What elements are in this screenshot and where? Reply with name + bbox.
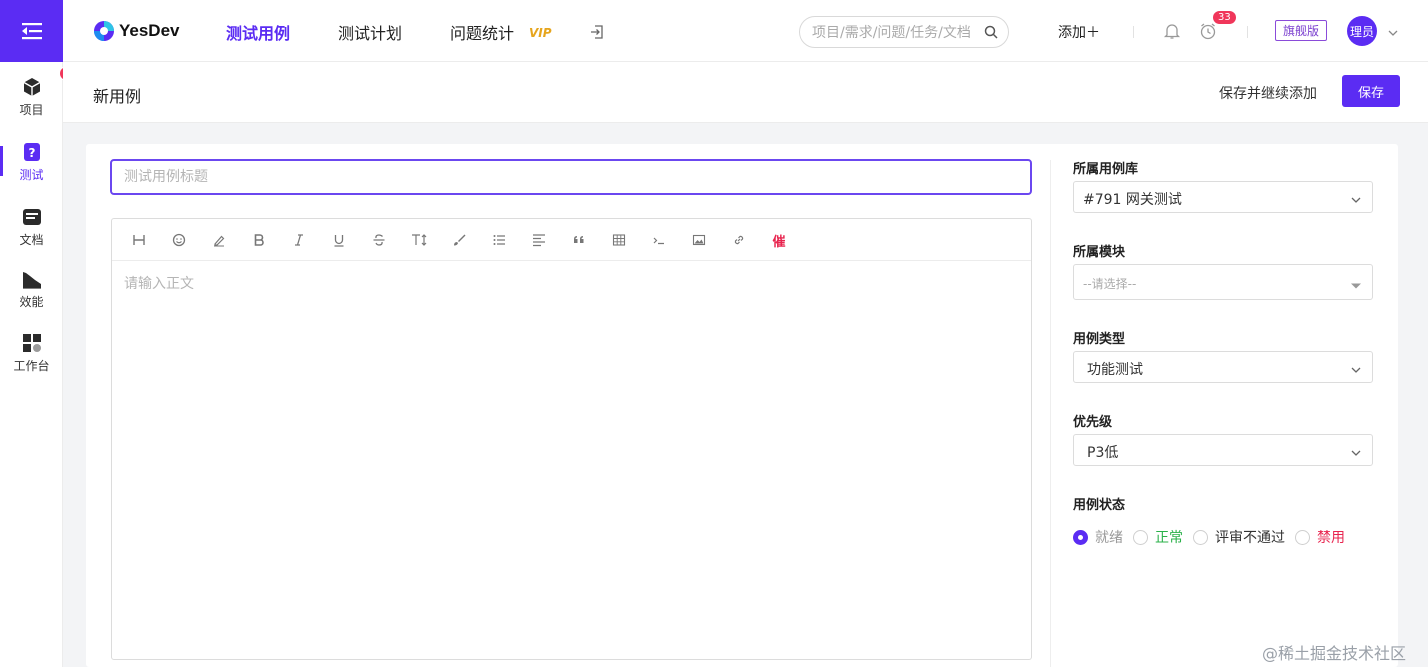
bell-icon[interactable]: [1163, 22, 1181, 44]
chevron-down-icon[interactable]: [1387, 26, 1399, 42]
workbench-icon: [21, 332, 43, 354]
sidebar-item-efficiency[interactable]: 效能: [0, 268, 63, 310]
align-icon[interactable]: [530, 231, 548, 249]
image-icon[interactable]: [690, 231, 708, 249]
bullet-list-icon[interactable]: [490, 231, 508, 249]
chart-icon: [21, 268, 43, 290]
menu-collapse-icon: [21, 23, 42, 40]
sidebar-item-label: 效能: [19, 295, 44, 309]
chevron-down-icon: [1350, 193, 1362, 209]
svg-text:?: ?: [28, 146, 35, 160]
priority-label: 优先级: [1073, 415, 1113, 430]
tab-test-cases[interactable]: 测试用例: [226, 20, 290, 44]
case-type-value: 功能测试: [1087, 362, 1143, 378]
editor-toolbar: 催: [112, 219, 1031, 261]
font-size-icon[interactable]: [410, 231, 428, 249]
document-icon: [21, 206, 43, 228]
bold-icon[interactable]: [250, 231, 268, 249]
case-type-label: 用例类型: [1073, 332, 1126, 347]
brush-icon[interactable]: [450, 231, 468, 249]
quote-icon[interactable]: [570, 231, 588, 249]
sidebar-item-test[interactable]: ? 测试: [0, 141, 63, 183]
sidebar-item-label: 项目: [19, 103, 44, 117]
chevron-down-icon: [1350, 446, 1362, 462]
editor-placeholder: 请输入正文: [124, 276, 194, 292]
save-and-continue-button[interactable]: 保存并继续添加: [1219, 83, 1317, 103]
module-label: 所属模块: [1073, 245, 1126, 260]
cube-icon: 18: [21, 66, 84, 98]
sign-in-icon[interactable]: [589, 24, 605, 44]
source-watermark: @稀土掘金技术社区: [1262, 644, 1407, 663]
add-button[interactable]: 添加＋: [1058, 22, 1100, 42]
status-option-review-failed[interactable]: 评审不通过: [1193, 527, 1285, 547]
strikethrough-icon[interactable]: [370, 231, 388, 249]
global-search[interactable]: [799, 16, 1009, 48]
rich-text-editor[interactable]: 催 请输入正文: [111, 218, 1032, 660]
avatar[interactable]: 理员: [1347, 16, 1377, 46]
logo-text: YesDev: [119, 21, 180, 40]
reminder-count-badge: 33: [1212, 10, 1237, 25]
save-button[interactable]: 保存: [1342, 75, 1400, 107]
status-option-normal[interactable]: 正常: [1133, 527, 1183, 547]
emoji-icon[interactable]: [170, 231, 188, 249]
status-option-label: 评审不通过: [1215, 530, 1285, 546]
radio-unselected[interactable]: [1295, 529, 1310, 545]
radio-unselected[interactable]: [1133, 529, 1148, 545]
menu-toggle-button[interactable]: [0, 0, 63, 62]
tab-test-plan[interactable]: 测试计划: [338, 20, 402, 44]
sidebar-item-workbench[interactable]: 工作台: [0, 332, 63, 374]
chevron-down-icon: [1350, 363, 1362, 379]
caret-down-icon: [1350, 278, 1362, 294]
link-icon[interactable]: [730, 231, 748, 249]
priority-select[interactable]: P3低: [1073, 434, 1373, 466]
new-case-form: 催 请输入正文 所属用例库 #791 网关测试 所属模块 --请选择-- 用例类…: [86, 144, 1398, 667]
heading-icon[interactable]: [130, 231, 148, 249]
top-navigation-bar: YesDev 测试用例 测试计划 问题统计 VIP 添加＋ 33 旗舰版 理员: [63, 0, 1428, 62]
module-placeholder: --请选择--: [1083, 277, 1137, 291]
highlight-icon[interactable]: [210, 231, 228, 249]
status-option-ready[interactable]: 就绪: [1073, 527, 1123, 547]
divider: [1133, 26, 1134, 38]
library-label: 所属用例库: [1073, 162, 1139, 177]
italic-icon[interactable]: [290, 231, 308, 249]
left-rail: 18 项目 ? 测试 文档 效能 工作台: [0, 0, 84, 667]
search-input[interactable]: [812, 23, 982, 43]
remind-icon[interactable]: 催: [770, 231, 788, 250]
search-icon[interactable]: [984, 25, 998, 43]
page-title: 新用例: [93, 87, 142, 106]
edition-badge[interactable]: 旗舰版: [1275, 20, 1328, 41]
status-label: 用例状态: [1073, 498, 1126, 513]
priority-value: P3低: [1087, 445, 1119, 461]
tab-issue-stats[interactable]: 问题统计: [450, 20, 514, 44]
status-option-label: 就绪: [1095, 530, 1123, 546]
status-option-disabled[interactable]: 禁用: [1295, 527, 1345, 547]
page-header: 新用例 保存并继续添加 保存: [63, 62, 1428, 123]
case-type-select[interactable]: 功能测试: [1073, 351, 1373, 383]
app-logo[interactable]: YesDev: [93, 20, 180, 42]
library-select[interactable]: #791 网关测试: [1073, 181, 1373, 213]
status-radio-group: 就绪 正常 评审不通过 禁用: [1073, 527, 1355, 547]
test-question-icon: ?: [21, 141, 43, 163]
status-option-label: 正常: [1155, 530, 1183, 546]
status-option-label: 禁用: [1317, 530, 1345, 546]
logo-mark-icon: [94, 21, 114, 41]
underline-icon[interactable]: [330, 231, 348, 249]
sidebar-item-project[interactable]: 18 项目: [0, 66, 84, 118]
radio-unselected[interactable]: [1193, 529, 1208, 545]
module-select[interactable]: --请选择--: [1073, 264, 1373, 300]
code-icon[interactable]: [650, 231, 668, 249]
table-icon[interactable]: [610, 231, 628, 249]
sidebar-item-label: 工作台: [13, 359, 50, 373]
library-value: #791 网关测试: [1083, 192, 1182, 208]
case-title-input[interactable]: [110, 159, 1032, 195]
alarm-clock-icon[interactable]: [1199, 22, 1217, 44]
radio-selected[interactable]: [1073, 529, 1088, 545]
divider: [1247, 26, 1248, 38]
sidebar-item-label: 文档: [19, 233, 44, 247]
form-divider: [1050, 160, 1051, 667]
sidebar-item-docs[interactable]: 文档: [0, 206, 63, 248]
sidebar-item-label: 测试: [19, 168, 44, 182]
vip-badge: VIP: [529, 26, 552, 40]
